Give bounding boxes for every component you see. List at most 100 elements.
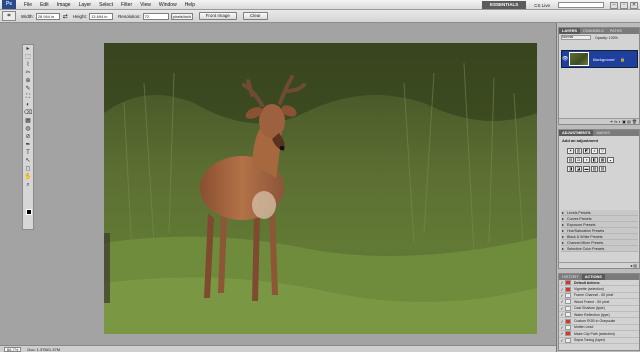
crop-tool-preset-icon[interactable]: ⌗: [2, 11, 16, 21]
dialog-toggle-icon[interactable]: [565, 312, 571, 318]
workspace-button[interactable]: ESSENTIALS: [481, 1, 527, 9]
action-label: Water Reflection (type): [574, 312, 610, 317]
crop-tool-icon[interactable]: ✂: [23, 69, 33, 77]
status-bar: 66.7% Doc: 1.37M/1.37M: [0, 345, 556, 352]
menu-file[interactable]: File: [20, 0, 36, 10]
channel-mixer-icon[interactable]: ▦: [599, 157, 606, 163]
adjustments-title: Add an adjustment: [562, 138, 599, 143]
lock-icon: 🔒: [620, 56, 626, 62]
document-area: [0, 23, 556, 345]
layers-footer-icons[interactable]: ⚭ fx ◐ ▣ ▤ 🗑: [559, 118, 639, 124]
menu-layer[interactable]: Layer: [75, 0, 96, 10]
adjustments-panel: ADJUSTMENTS MASKS Add an adjustment ☀ ▥ …: [558, 129, 640, 269]
resolution-unit-select[interactable]: pixels/inch: [170, 12, 193, 20]
menu-window[interactable]: Window: [155, 0, 181, 10]
move-tool-icon[interactable]: ▸: [23, 45, 33, 53]
layer-row-background[interactable]: 👁 Background 🔒: [561, 50, 638, 68]
clear-button[interactable]: Clear: [242, 12, 268, 20]
front-image-button[interactable]: Front Image: [198, 12, 237, 20]
vibrance-icon[interactable]: ▽: [599, 148, 606, 154]
action-label: Vignette (selection): [574, 287, 604, 292]
blur-tool-icon[interactable]: ◍: [23, 125, 33, 133]
pen-tool-icon[interactable]: ✒: [23, 141, 33, 149]
tab-masks[interactable]: MASKS: [593, 130, 612, 136]
curves-icon[interactable]: ◩: [583, 148, 590, 154]
menu-edit[interactable]: Edit: [36, 0, 53, 10]
tab-history[interactable]: HISTORY: [559, 274, 582, 280]
shape-tool-icon[interactable]: ◻: [23, 165, 33, 173]
lasso-tool-icon[interactable]: ⌇: [23, 61, 33, 69]
dialog-toggle-icon[interactable]: [565, 324, 571, 330]
menu-filter[interactable]: Filter: [117, 0, 136, 10]
zoom-tool-icon[interactable]: ⌕: [23, 181, 33, 189]
deer-photo-canvas[interactable]: [104, 43, 537, 334]
photo-filter-icon[interactable]: ◧: [591, 157, 598, 163]
gradient-map-icon[interactable]: ▬: [583, 166, 590, 172]
document-size: Doc: 1.37M/1.37M: [27, 346, 61, 352]
black-white-icon[interactable]: ◑: [583, 157, 590, 163]
exposure-icon[interactable]: ±: [591, 148, 598, 154]
invert-icon[interactable]: ◒: [607, 157, 614, 163]
dialog-toggle-icon[interactable]: [565, 331, 571, 337]
resolution-input[interactable]: 72: [142, 12, 169, 20]
eyedropper-tool-icon[interactable]: ⊕: [23, 77, 33, 85]
type-tool-icon[interactable]: T: [23, 149, 33, 157]
hue-saturation-icon[interactable]: ▤: [567, 157, 574, 163]
opacity-field[interactable]: Opacity: 100%: [595, 36, 618, 40]
brightness-contrast-icon[interactable]: ☀: [567, 148, 574, 154]
blend-mode-select[interactable]: Normal: [561, 35, 591, 40]
tab-paths[interactable]: PATHS: [607, 28, 625, 34]
dialog-toggle-icon[interactable]: [565, 299, 571, 305]
tab-actions[interactable]: ACTIONS: [581, 274, 605, 280]
width-input[interactable]: 28.944 in: [35, 12, 60, 20]
brush-tool-icon[interactable]: ✎: [23, 85, 33, 93]
menu-view[interactable]: View: [136, 0, 155, 10]
help-search-input[interactable]: [558, 2, 604, 8]
marquee-tool-icon[interactable]: ⬚: [23, 53, 33, 61]
cs-live-link[interactable]: CS Live: [534, 3, 550, 8]
menu-help[interactable]: Help: [181, 0, 199, 10]
posterize-icon[interactable]: ◨: [567, 166, 574, 172]
path-selection-tool-icon[interactable]: ↖: [23, 157, 33, 165]
tab-adjustments[interactable]: ADJUSTMENTS: [559, 130, 594, 136]
preset-selective-color[interactable]: Selective Color Presets: [561, 246, 638, 252]
adjustments-footer-icons[interactable]: ◂ ▤: [559, 262, 639, 268]
toolbox: ▸ ⬚ ⌇ ✂ ⊕ ✎ ⛶ ◐ ⌫ ▦ ◍ ⊘ ✒ T ↖ ◻ ✋ ⌕: [22, 44, 34, 230]
swap-dimensions-icon[interactable]: ⇄: [63, 13, 68, 20]
minimize-button[interactable]: –: [610, 1, 618, 9]
maximize-button[interactable]: ▫: [620, 1, 628, 9]
foreground-color-swatch[interactable]: [26, 209, 32, 215]
dialog-toggle-icon[interactable]: [565, 318, 571, 324]
clone-stamp-tool-icon[interactable]: ⛶: [23, 93, 33, 101]
tab-channels[interactable]: CHANNELS: [580, 28, 607, 34]
color-balance-icon[interactable]: ⚖: [575, 157, 582, 163]
photoshop-logo: Ps: [2, 0, 16, 9]
menu-image[interactable]: Image: [53, 0, 75, 10]
levels-icon[interactable]: ▥: [575, 148, 582, 154]
adjustment-icons-row-2: ▤ ⚖ ◑ ◧ ▦ ◒: [559, 157, 639, 163]
shadows-highlights-icon[interactable]: ▨: [599, 166, 606, 172]
menu-select[interactable]: Select: [95, 0, 117, 10]
gradient-tool-icon[interactable]: ▦: [23, 117, 33, 125]
dialog-toggle-icon[interactable]: [565, 286, 571, 292]
height-input[interactable]: 13.694 in: [89, 12, 114, 20]
threshold-icon[interactable]: ◪: [575, 166, 582, 172]
eye-icon[interactable]: 👁: [562, 56, 568, 62]
tab-layers[interactable]: LAYERS: [559, 28, 581, 34]
hand-tool-icon[interactable]: ✋: [23, 173, 33, 181]
dialog-toggle-icon[interactable]: [565, 292, 571, 298]
resolution-label: Resolution:: [118, 13, 141, 19]
dialog-toggle-icon[interactable]: [565, 305, 571, 311]
dialog-toggle-icon[interactable]: [565, 280, 571, 286]
action-row[interactable]: ✓ Sepia Toning (layer): [559, 337, 639, 344]
adjustment-icons-row-3: ◨ ◪ ▬ ▧ ▨: [559, 166, 639, 172]
action-label: Wood Frame - 50 pixel: [574, 299, 610, 304]
close-button[interactable]: ✕: [630, 1, 638, 9]
eraser-tool-icon[interactable]: ⌫: [23, 109, 33, 117]
dodge-tool-icon[interactable]: ⊘: [23, 133, 33, 141]
history-brush-tool-icon[interactable]: ◐: [23, 101, 33, 109]
layer-thumbnail: [569, 52, 589, 66]
zoom-level-field[interactable]: 66.7%: [4, 346, 22, 352]
dialog-toggle-icon[interactable]: [565, 337, 571, 343]
selective-color-icon[interactable]: ▧: [591, 166, 598, 172]
